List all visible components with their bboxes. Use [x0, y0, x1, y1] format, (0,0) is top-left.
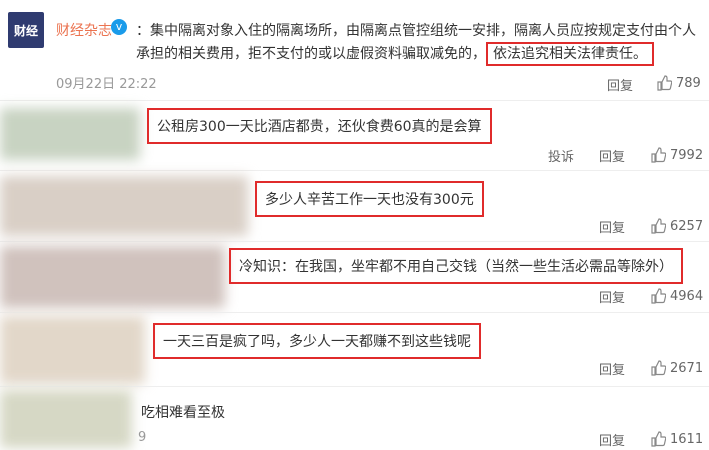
like-button[interactable]: 7992	[650, 147, 703, 163]
post-timestamp: 09月22日 22:22	[56, 77, 157, 92]
comment-text: 冷知识：在我国，坐牢都不用自己交钱（当然一些生活必需品等除外）	[229, 248, 683, 284]
thumbs-up-icon	[651, 431, 666, 447]
like-count: 4964	[670, 288, 704, 304]
like-count: 6257	[670, 218, 704, 234]
commenter-avatar[interactable]	[0, 316, 145, 384]
divider	[0, 241, 709, 242]
reply-button[interactable]: 回复	[599, 430, 625, 449]
like-count: 1611	[670, 431, 704, 447]
thumbs-up-icon	[651, 288, 666, 304]
post-like-button[interactable]: 789	[656, 75, 701, 91]
divider	[0, 100, 709, 101]
comment-text: 多少人辛苦工作一天也没有300元	[255, 181, 484, 217]
author-avatar[interactable]: 财经	[8, 12, 44, 48]
commenter-avatar[interactable]	[0, 390, 132, 448]
divider	[0, 312, 709, 313]
verified-badge-icon: v	[111, 19, 127, 35]
divider	[0, 386, 709, 387]
post-like-count: 789	[676, 75, 701, 91]
commenter-avatar[interactable]	[0, 246, 225, 308]
thumbs-up-icon	[651, 147, 666, 163]
comment-fragment: 9	[138, 430, 147, 445]
post-text-highlight: 依法追究相关法律责任。	[486, 42, 654, 66]
reply-button[interactable]: 回复	[599, 287, 625, 306]
comment-text: 一天三百是疯了吗，多少人一天都赚不到这些钱呢	[153, 323, 481, 359]
like-button[interactable]: 1611	[650, 431, 703, 447]
comment-text: 公租房300一天比酒店都贵，还伙食费60真的是会算	[147, 108, 492, 144]
reply-button[interactable]: 回复	[599, 217, 625, 236]
report-button[interactable]: 投诉	[548, 146, 574, 165]
author-name[interactable]: 财经杂志	[56, 20, 112, 40]
thumbs-up-icon	[651, 360, 666, 376]
commenter-avatar[interactable]	[0, 108, 140, 160]
thumbs-up-icon	[651, 218, 666, 234]
commenter-avatar[interactable]	[0, 176, 248, 236]
like-button[interactable]: 4964	[650, 288, 703, 304]
like-count: 7992	[670, 147, 704, 163]
divider	[0, 170, 709, 171]
reply-button[interactable]: 回复	[599, 146, 625, 165]
like-count: 2671	[670, 360, 704, 376]
thumbs-up-icon	[657, 75, 672, 91]
like-button[interactable]: 2671	[650, 360, 703, 376]
reply-button[interactable]: 回复	[599, 359, 625, 378]
like-button[interactable]: 6257	[650, 218, 703, 234]
post-text: ：集中隔离对象入住的隔离场所，由隔离点管控组统一安排，隔离人员应按规定支付由个人…	[136, 20, 704, 66]
post-reply-button[interactable]: 回复	[607, 75, 633, 94]
comment-text: 吃相难看至极	[141, 405, 225, 421]
